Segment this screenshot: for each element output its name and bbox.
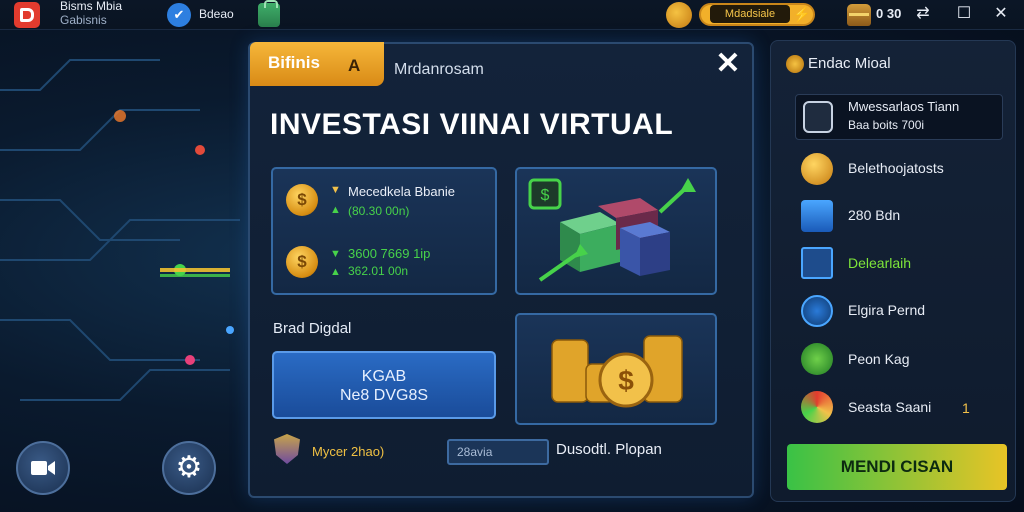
bar-chart-icon: [801, 247, 833, 279]
app-title: Bisms Mbia: [60, 0, 123, 13]
invest-button-line1: KGAB: [361, 368, 407, 385]
sidebar-card-title: Mwessarlaos Tiann: [848, 99, 960, 114]
close-icon[interactable]: ✕: [714, 49, 742, 79]
currency-pill-label: Mdadsiale: [710, 5, 790, 23]
row-value: (80.30 00n): [348, 204, 410, 218]
window-restore-icon[interactable]: ⇄: [913, 4, 933, 24]
profile-icon: [803, 101, 833, 133]
cube-icon: [801, 200, 833, 232]
sidebar-item-label[interactable]: 280 Bdn: [848, 207, 900, 223]
bolt-icon: ⚡: [793, 6, 811, 22]
face-icon[interactable]: [666, 2, 692, 28]
sidebar-item-label[interactable]: Peon Kag: [848, 351, 910, 367]
bottom-link[interactable]: Mycer 2hao): [312, 444, 384, 459]
app-logo-icon[interactable]: [14, 2, 40, 28]
sidebar-item-count: 1: [962, 400, 970, 416]
sidebar-card-subtitle: Baa boits 700i: [848, 118, 925, 132]
section-label: Brad Digdal: [273, 320, 352, 337]
panel-title: INVESTASI VIINAI VIRTUAL: [270, 108, 674, 141]
invest-button-line2: Ne8 DVG8S: [339, 387, 429, 404]
sidebar-item-label[interactable]: Elgira Pernd: [848, 302, 925, 318]
money-cubes-icon: $: [528, 178, 696, 282]
amount-input[interactable]: 28avia: [447, 439, 549, 465]
bag-icon[interactable]: [258, 0, 280, 27]
svg-text:$: $: [541, 187, 550, 204]
check-badge-icon[interactable]: ✔: [167, 3, 191, 27]
panel-tag-label: Bifinis: [268, 53, 320, 72]
up-arrow-icon: ▼: [330, 184, 341, 196]
sidebar-item-label[interactable]: Seasta Saani: [848, 399, 931, 415]
bottom-right-label: Dusodtl. Plopan: [556, 441, 662, 458]
chest-count: 0 30: [876, 6, 902, 21]
coin-stacks-icon: $: [551, 335, 683, 408]
badge-label: Bdeao: [199, 7, 234, 21]
window-maximize-icon[interactable]: ☐: [954, 4, 974, 24]
svg-text:$: $: [618, 365, 634, 396]
sidebar-item-label[interactable]: Belethoojatosts: [848, 160, 944, 176]
row-label: Mecedkela Bbanie: [348, 184, 455, 199]
chrome-icon: [801, 391, 833, 423]
up-arrow-icon: ▼: [330, 248, 341, 260]
coin-icon: $: [286, 184, 318, 216]
gear-icon: ⚙: [175, 451, 203, 484]
up-arrow-icon: ▲: [330, 204, 341, 216]
coin-icon: [786, 55, 804, 73]
tag-a-icon: A: [348, 56, 361, 75]
video-button[interactable]: [16, 441, 70, 495]
sidebar-header: Endac Mioal: [808, 55, 891, 72]
panel-tag[interactable]: Bifinis: [250, 42, 384, 86]
sidebar-item-label[interactable]: Delearlaih: [848, 255, 911, 271]
cta-button[interactable]: MENDI CISAN: [787, 444, 1007, 490]
globe-icon: [801, 295, 833, 327]
coin-icon: $: [286, 246, 318, 278]
circuit-background: [0, 59, 240, 401]
leaf-icon: [801, 343, 833, 375]
chest-icon[interactable]: [847, 4, 871, 26]
panel-tab-label[interactable]: Mrdanrosam: [394, 61, 484, 79]
settings-button[interactable]: ⚙: [162, 441, 216, 495]
row-label: 3600 7669 1ip: [348, 246, 431, 261]
invest-button[interactable]: KGAB Ne8 DVG8S: [272, 351, 496, 419]
window-close-icon[interactable]: ✕: [991, 4, 1011, 24]
video-icon: [31, 461, 55, 475]
up-arrow-icon: ▲: [330, 266, 341, 278]
coin-icon: [801, 153, 833, 185]
row-value: 362.01 00n: [348, 264, 409, 278]
app-subtitle: Gabisnis: [60, 13, 107, 27]
